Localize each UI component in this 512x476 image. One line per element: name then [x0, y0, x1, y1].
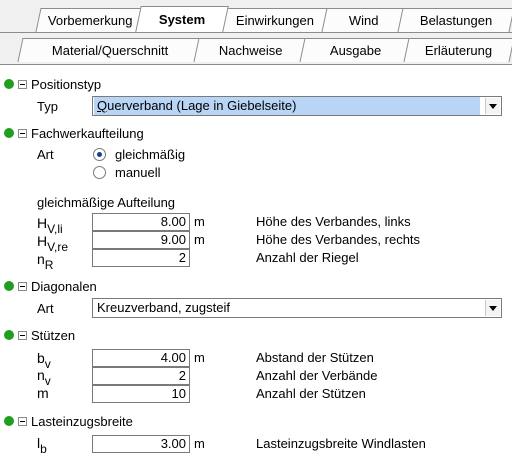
tab-wind[interactable]: Wind	[321, 8, 407, 32]
chevron-down-icon[interactable]	[485, 300, 500, 316]
system-panel: Positionstyp Typ Querverband (Lage in Gi…	[0, 64, 512, 476]
symbol-nr: nR	[37, 251, 53, 272]
tab-label: Erläuterung	[425, 43, 493, 58]
hvli-input[interactable]: 8.00	[92, 213, 190, 231]
diagonalen-art-select[interactable]: Kreuzverband, zugsteif	[92, 298, 502, 318]
tab-erlaeuterung[interactable]: Erläuterung	[403, 38, 512, 62]
radio-gleichmaessig[interactable]	[93, 148, 106, 161]
status-dot-icon	[4, 281, 14, 291]
symbol-m: m	[37, 385, 49, 401]
nv-input[interactable]: 2	[92, 367, 190, 385]
typ-value-text: uerverband (Lage in Giebelseite)	[107, 98, 297, 113]
section-title: Lasteinzugsbreite	[31, 413, 133, 429]
m-input[interactable]: 10	[92, 385, 190, 403]
status-dot-icon	[4, 416, 14, 426]
tab-belastungen[interactable]: Belastungen	[397, 8, 512, 32]
tab-row-2: Material/Querschnitt Nachweise Ausgabe E…	[0, 36, 512, 62]
tab-label: Vorbemerkung	[47, 13, 133, 28]
chevron-down-icon[interactable]	[485, 98, 500, 114]
symbol-sub: R	[44, 258, 54, 272]
section-positionstyp[interactable]: Positionstyp	[4, 76, 101, 92]
symbol-base: b	[37, 350, 45, 366]
lb-input[interactable]: 3.00	[92, 435, 190, 453]
nr-input[interactable]: 2	[92, 249, 190, 267]
status-dot-icon	[4, 330, 14, 340]
collapse-icon[interactable]	[18, 416, 27, 426]
section-title: Fachwerkaufteilung	[31, 125, 144, 141]
collapse-icon[interactable]	[18, 281, 27, 291]
tab-label: Nachweise	[219, 43, 283, 58]
hvre-input[interactable]: 9.00	[92, 231, 190, 249]
bv-description: Abstand der Stützen	[256, 350, 374, 365]
symbol-base: n	[37, 251, 45, 267]
unit-label: m	[194, 214, 205, 229]
collapse-icon[interactable]	[18, 330, 27, 340]
section-fachwerkaufteilung[interactable]: Fachwerkaufteilung	[4, 125, 144, 141]
symbol-lb: lb	[37, 435, 47, 456]
symbol-base: n	[37, 367, 45, 383]
tab-label: Wind	[349, 13, 379, 28]
diagonalen-art-label: Art	[37, 301, 54, 316]
tab-row-1: Vorbemerkung System Einwirkungen Wind Be…	[0, 6, 512, 32]
unit-label: m	[194, 232, 205, 247]
section-title: Stützen	[31, 327, 76, 343]
typ-value-accesskey: Q	[97, 98, 108, 113]
section-stuetzen[interactable]: Stützen	[4, 327, 75, 343]
bv-input[interactable]: 4.00	[92, 349, 190, 367]
tab-label: System	[158, 12, 206, 27]
radio-manuell[interactable]	[93, 166, 106, 179]
tab-ausgabe[interactable]: Ausgabe	[299, 38, 413, 62]
status-dot-icon	[4, 79, 14, 89]
collapse-icon[interactable]	[18, 79, 27, 89]
tab-label: Einwirkungen	[235, 13, 314, 28]
lb-description: Lasteinzugsbreite Windlasten	[256, 436, 426, 451]
section-diagonalen[interactable]: Diagonalen	[4, 278, 97, 294]
section-title: Positionstyp	[31, 76, 102, 92]
typ-label: Typ	[37, 99, 58, 114]
symbol-sub: b	[40, 442, 47, 456]
tab-label: Material/Querschnitt	[51, 43, 169, 58]
symbol-base: m	[37, 385, 49, 401]
subsection-title: gleichmäßige Aufteilung	[37, 195, 176, 210]
tab-row-divider	[0, 32, 512, 33]
tab-einwirkungen[interactable]: Einwirkungen	[219, 8, 331, 32]
collapse-icon[interactable]	[18, 128, 27, 138]
status-dot-icon	[4, 128, 14, 138]
m-description: Anzahl der Stützen	[256, 386, 366, 401]
tab-label: Ausgabe	[330, 43, 382, 58]
art-label: Art	[37, 147, 54, 162]
radio-manuell-label: manuell	[115, 165, 161, 180]
tab-vorbemerkung[interactable]: Vorbemerkung	[35, 8, 145, 32]
nv-description: Anzahl der Verbände	[256, 368, 378, 383]
tab-material-querschnitt[interactable]: Material/Querschnitt	[17, 38, 203, 62]
tab-label: Belastungen	[419, 13, 493, 28]
symbol-base: H	[37, 215, 48, 231]
unit-label: m	[194, 350, 205, 365]
tab-system[interactable]: System	[135, 6, 229, 32]
typ-select[interactable]: Querverband (Lage in Giebelseite)	[92, 96, 502, 116]
diagonalen-art-value: Kreuzverband, zugsteif	[97, 300, 230, 315]
symbol-base: H	[37, 233, 48, 249]
typ-select-value: Querverband (Lage in Giebelseite)	[94, 97, 480, 115]
section-lasteinzugsbreite[interactable]: Lasteinzugsbreite	[4, 413, 133, 429]
hvre-description: Höhe des Verbandes, rechts	[256, 232, 421, 247]
nr-description: Anzahl der Riegel	[256, 250, 359, 265]
hvli-description: Höhe des Verbandes, links	[256, 214, 411, 229]
tab-nachweise[interactable]: Nachweise	[193, 38, 309, 62]
section-title: Diagonalen	[31, 278, 97, 294]
unit-label: m	[194, 436, 205, 451]
radio-gleichmaessig-label: gleichmäßig	[115, 147, 186, 162]
